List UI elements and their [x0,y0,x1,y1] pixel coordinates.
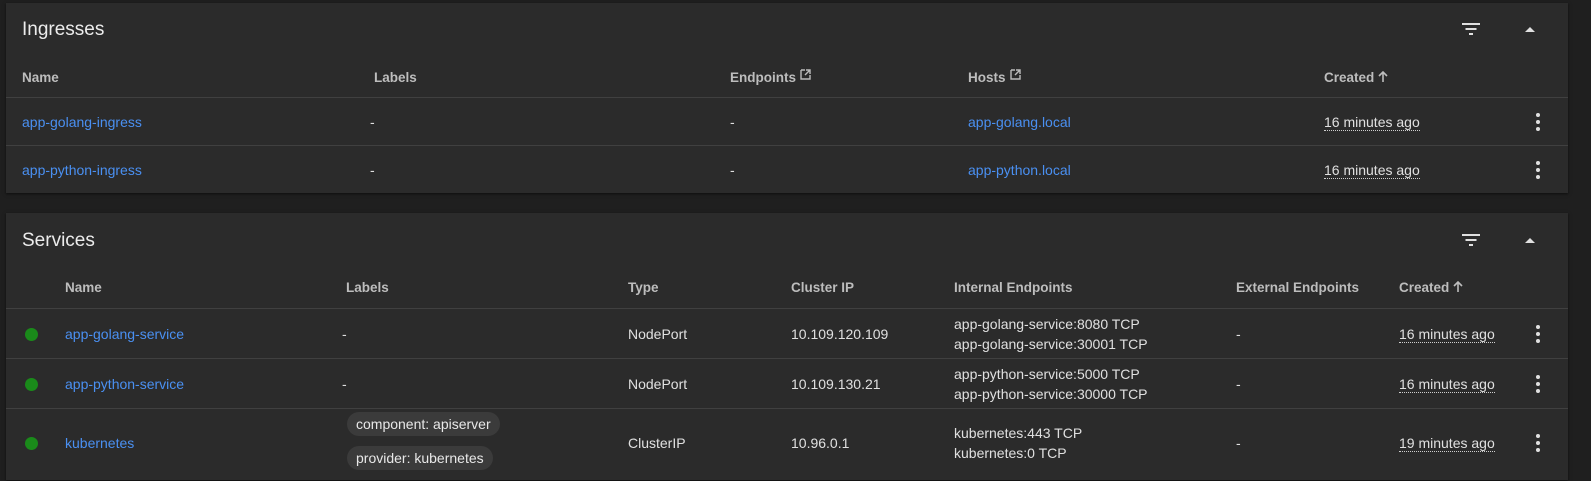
more-vert-icon[interactable] [1531,322,1545,346]
table-row: app-golang-service - NodePort 10.109.120… [6,308,1568,359]
ingress-endpoints: - [730,162,735,178]
ingress-labels: - [370,162,375,178]
external-link-icon [1009,68,1021,83]
more-vert-icon[interactable] [1531,431,1545,455]
col-header-created[interactable]: Created [1399,280,1463,296]
service-labels: - [342,326,347,342]
collapse-icon[interactable] [1518,17,1542,41]
col-header-type: Type [628,280,659,295]
services-card: Services Name Labels Type Cluster IP Int… [6,213,1568,480]
services-title: Services [22,230,95,251]
col-header-endpoints-label: Endpoints [730,70,796,85]
col-header-hosts: Hosts [968,68,1021,85]
ingress-endpoints: - [730,114,735,130]
more-vert-icon[interactable] [1531,158,1545,182]
service-external-endpoints: - [1236,326,1241,342]
filter-icon[interactable] [1459,228,1483,252]
service-internal-endpoints: app-python-service:5000 TCP app-python-s… [954,364,1148,404]
service-internal-endpoints: app-golang-service:8080 TCP app-golang-s… [954,314,1148,354]
service-type: NodePort [628,376,688,392]
col-header-name[interactable]: Name [22,70,59,85]
table-row: app-python-ingress - - app-python.local … [6,145,1568,194]
service-cluster-ip: 10.96.0.1 [791,435,850,451]
service-created: 16 minutes ago [1399,376,1495,393]
internal-endpoint: app-golang-service:8080 TCP [954,316,1140,332]
col-header-created-label: Created [1324,70,1375,85]
internal-endpoint: kubernetes:443 TCP [954,425,1083,441]
ingress-labels: - [370,114,375,130]
col-header-labels: Labels [374,70,417,85]
col-header-labels: Labels [346,280,389,295]
status-dot-icon [25,437,38,450]
status-dot-icon [25,378,38,391]
internal-endpoint: app-python-service:30000 TCP [954,386,1148,402]
col-header-created[interactable]: Created [1324,70,1388,86]
ingresses-card: Ingresses Name Labels Endpoints Hosts Cr… [6,3,1568,193]
service-created: 16 minutes ago [1399,326,1495,343]
sort-arrow-up-icon [1453,280,1463,296]
ingress-name-link[interactable]: app-python-ingress [22,162,142,178]
ingress-host-link[interactable]: app-golang.local [968,114,1071,130]
more-vert-icon[interactable] [1531,372,1545,396]
more-vert-icon[interactable] [1531,110,1545,134]
service-type: NodePort [628,326,688,342]
filter-icon[interactable] [1459,17,1483,41]
service-created: 19 minutes ago [1399,435,1495,452]
ingresses-title: Ingresses [22,19,105,40]
service-cluster-ip: 10.109.120.109 [791,326,889,342]
label-chip: component: apiserver [347,412,500,436]
ingress-host-link[interactable]: app-python.local [968,162,1071,178]
ingress-created: 16 minutes ago [1324,114,1420,131]
col-header-external-endpoints: External Endpoints [1236,280,1360,295]
col-header-endpoints: Endpoints [730,68,811,85]
internal-endpoint: kubernetes:0 TCP [954,445,1067,461]
service-name-link[interactable]: app-python-service [65,376,184,392]
service-internal-endpoints: kubernetes:443 TCP kubernetes:0 TCP [954,423,1082,463]
table-row: app-golang-ingress - - app-golang.local … [6,97,1568,146]
table-row: kubernetes component: apiserver provider… [6,408,1568,481]
internal-endpoint: app-python-service:5000 TCP [954,366,1140,382]
internal-endpoint: app-golang-service:30001 TCP [954,336,1148,352]
service-external-endpoints: - [1236,435,1241,451]
external-link-icon [800,68,811,83]
sort-arrow-up-icon [1378,70,1388,86]
table-row: app-python-service - NodePort 10.109.130… [6,358,1568,409]
col-header-name[interactable]: Name [65,280,102,295]
col-header-cluster-ip: Cluster IP [791,280,855,295]
service-name-link[interactable]: kubernetes [65,435,134,451]
service-name-link[interactable]: app-golang-service [65,326,184,342]
col-header-created-label: Created [1399,280,1450,295]
ingress-name-link[interactable]: app-golang-ingress [22,114,142,130]
ingress-created: 16 minutes ago [1324,162,1420,179]
collapse-icon[interactable] [1518,228,1542,252]
service-cluster-ip: 10.109.130.21 [791,376,881,392]
service-labels: - [342,376,347,392]
col-header-hosts-label: Hosts [968,70,1006,85]
label-chip: provider: kubernetes [347,446,493,470]
service-type: ClusterIP [628,435,686,451]
service-external-endpoints: - [1236,376,1241,392]
col-header-internal-endpoints: Internal Endpoints [954,280,1073,295]
status-dot-icon [25,328,38,341]
